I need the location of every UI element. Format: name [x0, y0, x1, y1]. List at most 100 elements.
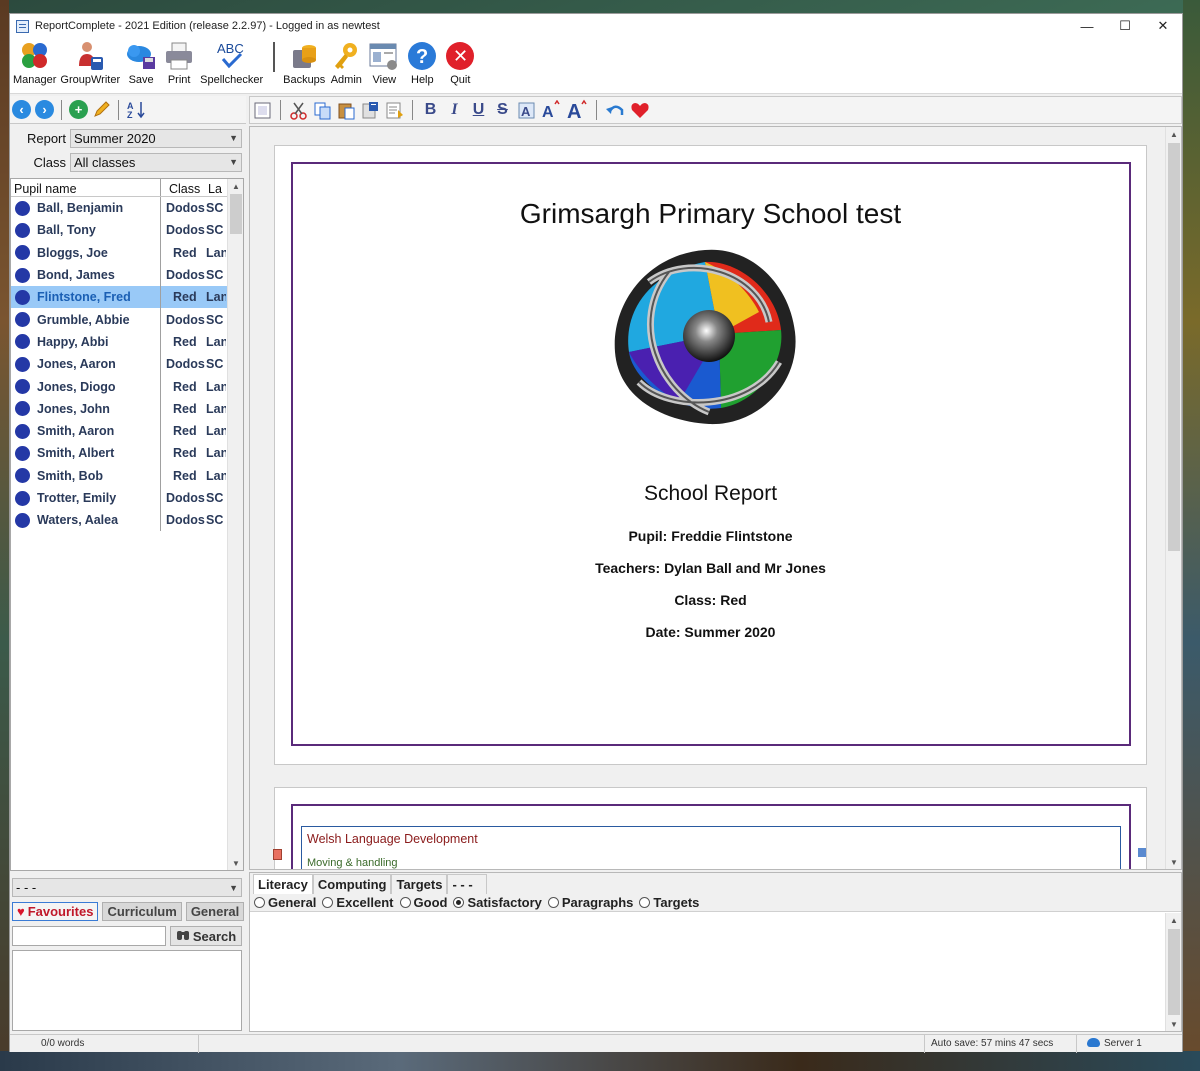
- table-row[interactable]: Ball, Benjamin Dodos SC: [11, 197, 243, 220]
- pupil-scrollbar[interactable]: ▲ ▼: [227, 179, 243, 870]
- scroll-down-icon[interactable]: ▼: [228, 856, 243, 870]
- report-select[interactable]: Summer 2020 ▼: [70, 128, 242, 148]
- scroll-up-icon[interactable]: ▲: [1166, 127, 1181, 141]
- table-row[interactable]: Jones, Aaron Dodos SC: [11, 353, 243, 376]
- tab-computing[interactable]: Computing: [312, 874, 392, 894]
- help-icon: ?: [405, 40, 439, 72]
- tab-curriculum[interactable]: Curriculum: [102, 902, 182, 921]
- scroll-thumb[interactable]: [1168, 143, 1180, 551]
- toolbar-separator: [280, 100, 281, 120]
- table-row[interactable]: Smith, Aaron Red Lan: [11, 419, 243, 443]
- paste-icon[interactable]: [337, 101, 356, 120]
- cut-icon[interactable]: [289, 101, 308, 120]
- comment-search-input[interactable]: [12, 926, 166, 946]
- italic-icon[interactable]: I: [445, 101, 464, 119]
- strikethrough-icon[interactable]: S: [493, 101, 512, 119]
- comment-category-select[interactable]: - - - ▼: [12, 878, 242, 897]
- header-language[interactable]: La: [206, 179, 226, 196]
- section-flag-icon[interactable]: [1138, 848, 1146, 857]
- pupil-language: Lan: [206, 245, 226, 260]
- comment-list[interactable]: [12, 950, 242, 1031]
- admin-button[interactable]: Admin: [329, 38, 363, 86]
- report-label: Report: [26, 130, 66, 146]
- bold-icon[interactable]: B: [421, 101, 440, 119]
- font-size-increase-icon[interactable]: A: [541, 99, 561, 121]
- radio-excellent[interactable]: Excellent: [322, 895, 394, 910]
- report-section-box[interactable]: Welsh Language Development Moving & hand…: [301, 826, 1121, 869]
- report-heading: School Report: [643, 482, 778, 505]
- document-scrollbar[interactable]: ▲ ▼: [1165, 127, 1181, 869]
- pupil-name-cell: Bond, James: [11, 263, 161, 287]
- search-button[interactable]: Search: [170, 926, 242, 946]
- radio-paragraphs[interactable]: Paragraphs: [547, 895, 633, 910]
- scroll-up-icon[interactable]: ▲: [1166, 913, 1182, 927]
- add-pupil-icon[interactable]: +: [69, 100, 88, 119]
- table-row[interactable]: Jones, Diogo Red Lan: [11, 375, 243, 398]
- scroll-up-icon[interactable]: ▲: [228, 179, 243, 193]
- scroll-down-icon[interactable]: ▼: [1166, 855, 1181, 869]
- print-icon: [162, 40, 196, 72]
- font-size-large-icon[interactable]: A: [566, 99, 588, 123]
- undo-icon[interactable]: [605, 101, 625, 120]
- table-row[interactable]: Waters, Aalea Dodos SC: [11, 509, 243, 532]
- forward-arrow-icon[interactable]: ›: [35, 100, 54, 119]
- paste-word-icon[interactable]: [361, 101, 380, 120]
- section-marker-icon[interactable]: [273, 849, 282, 860]
- chevron-down-icon: ▼: [229, 882, 238, 893]
- help-button[interactable]: ? Help: [405, 38, 439, 86]
- table-row[interactable]: Bond, James Dodos SC: [11, 263, 243, 287]
- desktop-background-left: [0, 0, 9, 1071]
- table-row[interactable]: Trotter, Emily Dodos SC: [11, 486, 243, 510]
- comment-text-area[interactable]: [250, 913, 1166, 1031]
- tab-general[interactable]: General: [185, 902, 245, 921]
- radio-general[interactable]: General: [254, 895, 316, 910]
- editor-scrollbar[interactable]: ▲ ▼: [1165, 913, 1181, 1031]
- table-row[interactable]: Grumble, Abbie Dodos SC: [11, 308, 243, 331]
- view-button[interactable]: View: [367, 38, 401, 86]
- tab-more[interactable]: - - -: [447, 874, 488, 894]
- scroll-thumb[interactable]: [230, 194, 242, 234]
- tab-targets[interactable]: Targets: [391, 874, 448, 894]
- radio-satisfactory[interactable]: Satisfactory: [453, 895, 542, 910]
- spellchecker-button[interactable]: ABC Spellchecker: [200, 38, 263, 86]
- edit-pencil-icon[interactable]: [92, 100, 111, 119]
- pupil-status-icon: [15, 423, 30, 439]
- back-arrow-icon[interactable]: ‹: [12, 100, 31, 119]
- groupwriter-button[interactable]: GroupWriter: [60, 38, 120, 86]
- underline-icon[interactable]: U: [469, 101, 488, 119]
- radio-good[interactable]: Good: [399, 895, 447, 910]
- paste-text-icon[interactable]: [385, 101, 404, 120]
- favourite-heart-icon[interactable]: [630, 101, 650, 120]
- page-view-icon[interactable]: [253, 101, 272, 120]
- pupil-status-icon: [15, 245, 30, 261]
- report-document-area[interactable]: Grimsargh Primary School test School Rep…: [249, 126, 1182, 870]
- scroll-thumb[interactable]: [1168, 929, 1180, 1015]
- tab-favourites[interactable]: ♥ Favourites: [12, 902, 99, 921]
- backups-button[interactable]: Backups: [283, 38, 325, 86]
- print-button[interactable]: Print: [162, 38, 196, 86]
- table-row[interactable]: Happy, Abbi Red Lan: [11, 330, 243, 354]
- table-row[interactable]: Flintstone, Fred Red Lan: [11, 286, 243, 309]
- scroll-down-icon[interactable]: ▼: [1166, 1017, 1182, 1031]
- pupil-class: Red: [173, 245, 197, 260]
- save-button[interactable]: Save: [124, 38, 158, 86]
- table-row[interactable]: Bloggs, Joe Red Lan: [11, 241, 243, 264]
- radio-targets[interactable]: Targets: [639, 895, 699, 910]
- header-pupil-name[interactable]: Pupil name: [11, 179, 161, 196]
- manager-button[interactable]: Manager: [13, 38, 56, 86]
- copy-icon[interactable]: [313, 101, 332, 120]
- quit-button[interactable]: ✕ Quit: [443, 38, 477, 86]
- text-highlight-icon[interactable]: A: [517, 101, 536, 120]
- table-row[interactable]: Jones, John Red Lan: [11, 397, 243, 420]
- class-select[interactable]: All classes ▼: [70, 152, 242, 172]
- header-class[interactable]: Class: [161, 179, 206, 196]
- minimize-button[interactable]: —: [1068, 14, 1106, 38]
- close-button[interactable]: ✕: [1144, 14, 1182, 38]
- maximize-button[interactable]: ☐: [1106, 14, 1144, 38]
- status-divider: [1076, 1035, 1077, 1053]
- table-row[interactable]: Smith, Albert Red Lan: [11, 442, 243, 465]
- sort-az-icon[interactable]: A Z: [126, 100, 148, 120]
- table-row[interactable]: Ball, Tony Dodos SC: [11, 219, 243, 242]
- table-row[interactable]: Smith, Bob Red Lan: [11, 464, 243, 487]
- tab-literacy[interactable]: Literacy: [253, 874, 313, 894]
